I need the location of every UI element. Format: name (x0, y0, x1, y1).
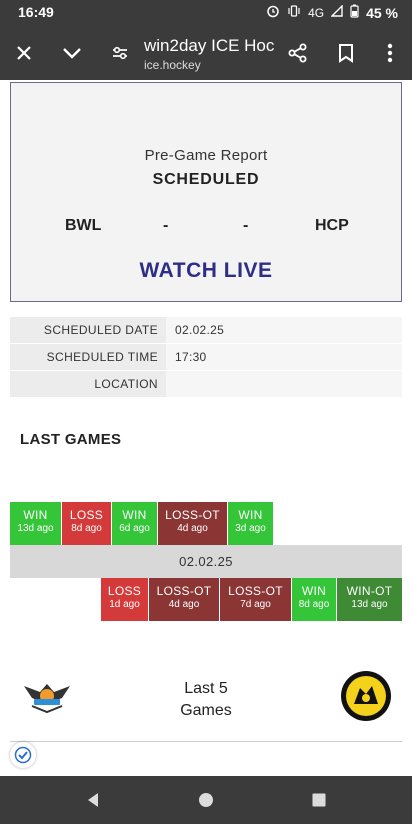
info-key: SCHEDULED DATE (10, 317, 166, 343)
settings-icon[interactable] (100, 26, 140, 80)
game-result-cell[interactable]: WIN 6d ago (112, 502, 158, 545)
info-row-time: SCHEDULED TIME 17:30 (10, 344, 402, 371)
game-ago: 4d ago (168, 599, 200, 610)
vibrate-icon (287, 4, 301, 21)
battery-percent: 45 % (366, 4, 398, 21)
game-status: SCHEDULED (152, 171, 260, 188)
verified-badge-icon[interactable] (10, 742, 36, 768)
game-date-bar: 02.02.25 (10, 545, 402, 578)
away-team-logo[interactable] (340, 670, 392, 727)
info-row-location: LOCATION (10, 371, 402, 398)
last-games-heading: LAST GAMES (20, 431, 122, 448)
last5-label: Last 5 Games (160, 678, 252, 722)
more-icon[interactable] (370, 26, 410, 80)
status-time: 16:49 (18, 4, 54, 20)
report-label: Pre-Game Report (144, 147, 268, 164)
watch-live-link[interactable]: WATCH LIVE (11, 259, 401, 283)
share-icon[interactable] (278, 26, 318, 80)
game-ago: 1d ago (109, 599, 140, 610)
game-result: WIN (122, 508, 147, 522)
system-nav-bar (0, 776, 412, 824)
game-ago: 13d ago (17, 523, 54, 534)
home-last-games: WIN 13d ago LOSS 8d ago WIN 6d ago LOSS-… (10, 502, 274, 545)
info-value (166, 371, 402, 397)
page-content: Pre-Game Report SCHEDULED BWL - - HCP WA… (0, 80, 412, 776)
game-result: LOSS-OT (165, 508, 220, 522)
game-result: LOSS (107, 584, 142, 598)
info-key: SCHEDULED TIME (10, 344, 166, 370)
pregame-report-card: Pre-Game Report SCHEDULED BWL - - HCP WA… (10, 82, 402, 302)
game-ago: 8d ago (71, 523, 102, 534)
away-last-games: LOSS 1d ago LOSS-OT 4d ago LOSS-OT 7d ag… (101, 578, 402, 621)
bookmark-icon[interactable] (326, 26, 366, 80)
game-result-cell[interactable]: LOSS 8d ago (62, 502, 112, 545)
network-label: 4G (308, 5, 325, 20)
home-team-abbr: BWL (65, 217, 102, 234)
game-result-cell[interactable]: WIN 8d ago (292, 578, 337, 621)
info-row-date: SCHEDULED DATE 02.02.25 (10, 317, 402, 344)
game-result: WIN (238, 508, 263, 522)
game-result-cell[interactable]: WIN 13d ago (10, 502, 62, 545)
alarm-icon (266, 4, 280, 21)
game-ago: 3d ago (235, 523, 266, 534)
game-ago: 4d ago (177, 523, 208, 534)
last5-line2: Games (180, 702, 232, 719)
browser-toolbar: win2day ICE Hoc… ice.hockey (0, 26, 412, 80)
game-result: WIN (23, 508, 48, 522)
recents-icon[interactable] (307, 788, 331, 812)
close-icon[interactable] (4, 26, 44, 80)
teams-last5-footer: Last 5 Games (10, 660, 402, 742)
back-icon[interactable] (81, 788, 105, 812)
game-result-cell[interactable]: WIN 3d ago (228, 502, 274, 545)
game-result-cell[interactable]: LOSS-OT 7d ago (220, 578, 292, 621)
page-url: ice.hockey (144, 58, 201, 72)
game-ago: 6d ago (119, 523, 150, 534)
status-bar: 16:49 4G 45 % (0, 0, 412, 26)
game-ago: 13d ago (351, 599, 388, 610)
battery-icon (350, 4, 359, 21)
signal-icon (330, 4, 343, 20)
home-team-logo[interactable] (22, 680, 72, 719)
game-ago: 8d ago (298, 599, 330, 610)
away-score: - (243, 217, 249, 234)
game-result: LOSS-OT (228, 584, 283, 598)
game-result-cell[interactable]: LOSS 1d ago (101, 578, 149, 621)
status-icons: 4G 45 % (266, 4, 398, 21)
chevron-down-icon[interactable] (52, 26, 92, 80)
game-result: LOSS-OT (156, 584, 212, 598)
game-result: WIN-OT (346, 584, 393, 598)
game-result: WIN (301, 584, 327, 598)
last5-line1: Last 5 (184, 680, 228, 697)
home-icon[interactable] (194, 788, 218, 812)
game-info-table: SCHEDULED DATE 02.02.25 SCHEDULED TIME 1… (10, 317, 402, 398)
game-result-cell[interactable]: WIN-OT 13d ago (337, 578, 402, 621)
page-title: win2day ICE Hoc… (144, 36, 274, 55)
home-score: - (163, 217, 169, 234)
away-team-abbr: HCP (315, 217, 349, 234)
game-result-cell[interactable]: LOSS-OT 4d ago (158, 502, 228, 545)
game-result-cell[interactable]: LOSS-OT 4d ago (149, 578, 220, 621)
game-result: LOSS (69, 508, 104, 522)
info-value: 17:30 (166, 344, 402, 370)
game-ago: 7d ago (240, 599, 271, 610)
info-key: LOCATION (10, 371, 166, 397)
info-value: 02.02.25 (166, 317, 402, 343)
